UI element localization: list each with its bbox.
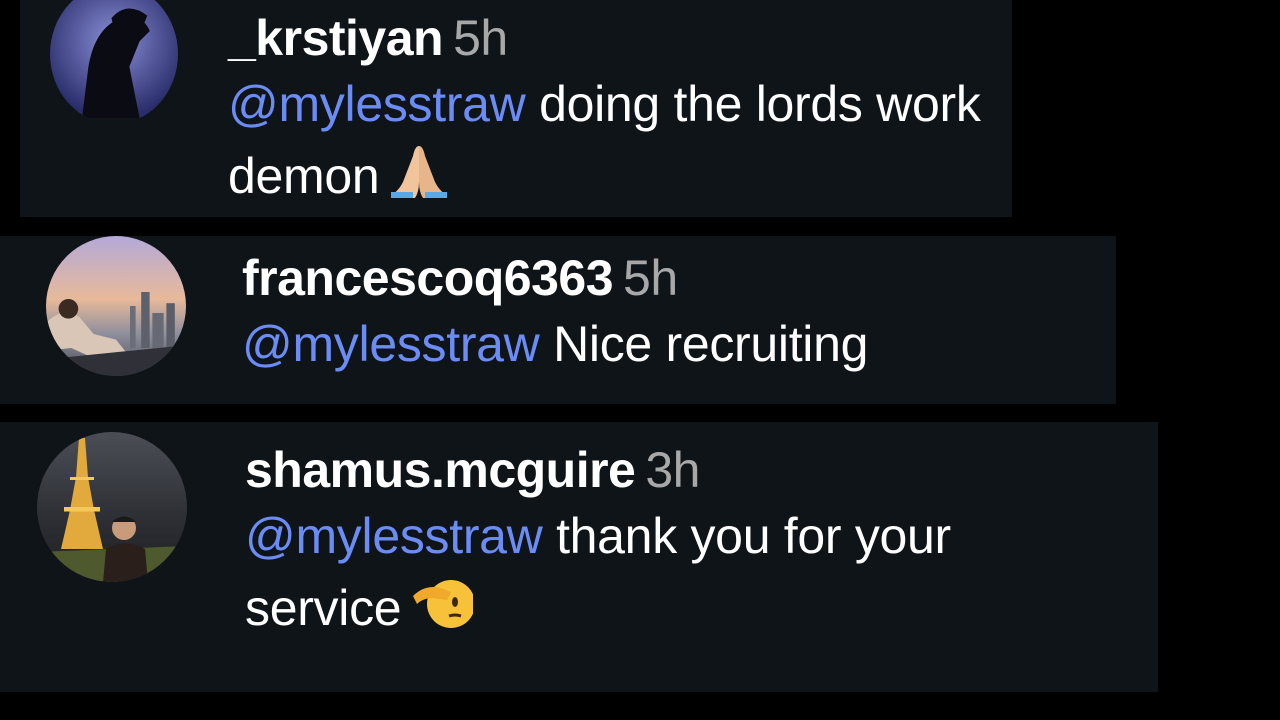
timestamp: 3h — [645, 442, 700, 498]
saluting-face-icon — [411, 574, 476, 649]
comment-item[interactable]: francescoq6363 5h @mylesstraw Nice recrui… — [0, 236, 1116, 404]
comment-content: francescoq6363 5h @mylesstraw Nice recrui… — [242, 248, 1102, 380]
avatar-image — [46, 236, 186, 376]
comment-item[interactable]: _krstiyan 5h @mylesstraw doing the lords … — [20, 0, 1012, 217]
comment-text: @mylesstraw Nice recruiting — [242, 308, 1102, 380]
comment-content: _krstiyan 5h @mylesstraw doing the lords … — [228, 8, 1008, 217]
folded-hands-icon — [389, 142, 449, 217]
avatar[interactable] — [50, 0, 178, 124]
avatar-image — [37, 432, 187, 582]
avatar[interactable] — [46, 236, 186, 376]
mention-link[interactable]: @mylesstraw — [228, 76, 526, 132]
comment-content: shamus.mcguire 3h @mylesstraw thank you f… — [245, 440, 1105, 649]
comment-header: shamus.mcguire 3h — [245, 440, 1105, 500]
mention-link[interactable]: @mylesstraw — [242, 316, 540, 372]
comment-header: francescoq6363 5h — [242, 248, 1102, 308]
comment-header: _krstiyan 5h — [228, 8, 1008, 68]
username-link[interactable]: _krstiyan — [228, 10, 444, 66]
avatar-image — [50, 0, 178, 119]
comment-item[interactable]: shamus.mcguire 3h @mylesstraw thank you f… — [0, 422, 1158, 692]
username-link[interactable]: francescoq6363 — [242, 250, 614, 306]
timestamp: 5h — [453, 10, 508, 66]
comment-text: @mylesstraw doing the lords work demon — [228, 68, 1008, 217]
comment-body: Nice recruiting — [539, 316, 869, 372]
username-link[interactable]: shamus.mcguire — [245, 442, 636, 498]
timestamp: 5h — [623, 250, 678, 306]
mention-link[interactable]: @mylesstraw — [245, 508, 543, 564]
comment-text: @mylesstraw thank you for your service — [245, 500, 1105, 649]
avatar[interactable] — [37, 432, 187, 582]
